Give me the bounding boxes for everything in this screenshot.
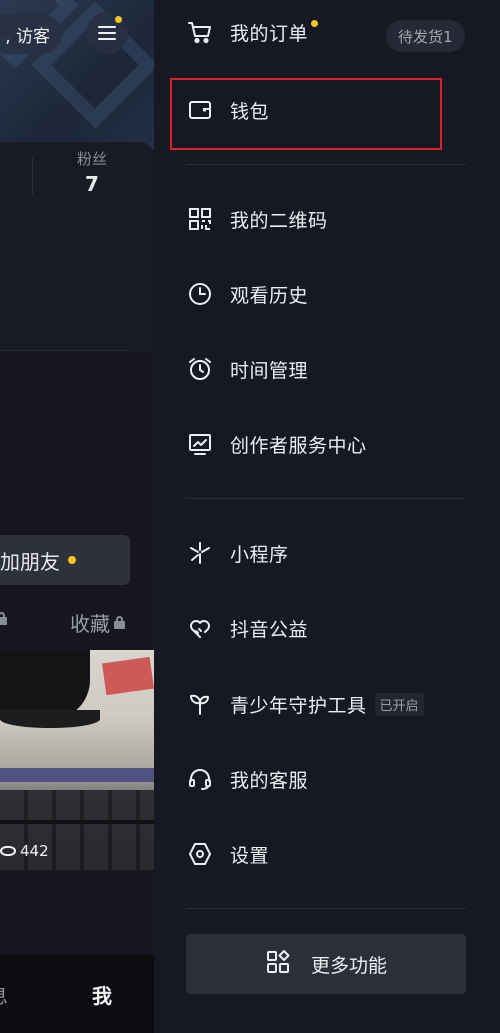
profile-page-background: , 访客 粉丝 7 加朋友 收藏 442 息 我 [0,0,154,1033]
sprout-icon [186,690,214,718]
menu-item-label: 小程序 [230,543,289,566]
hamburger-icon [98,26,116,40]
menu-item-creator-center[interactable]: 创作者服务中心 [186,424,476,464]
clock-icon [186,280,214,308]
eye-icon [0,846,16,856]
tab-collect-label: 收藏 [70,612,110,636]
visitor-button[interactable]: , 访客 [0,14,62,54]
notification-dot [68,556,76,564]
menu-item-label: 设置 [230,844,270,867]
menu-item-customer-service[interactable]: 我的客服 [186,759,476,799]
menu-item-wallet[interactable]: 钱包 [186,90,476,130]
wallet-icon [186,96,214,124]
fans-count[interactable]: 7 [60,172,124,196]
visitor-label: , 访客 [5,26,50,47]
menu-item-settings[interactable]: 设置 [186,834,476,874]
menu-item-label: 抖音公益 [230,618,309,641]
menu-item-qrcode[interactable]: 我的二维码 [186,199,476,239]
orders-pending-badge: 待发货1 [386,20,465,52]
chart-monitor-icon [186,430,214,458]
add-friend-button[interactable]: 加朋友 [0,535,130,585]
fans-label: 粉丝 [76,150,107,168]
divider [186,498,466,499]
menu-item-label: 创作者服务中心 [230,434,367,457]
view-count-value: 442 [20,842,49,860]
divider [186,908,466,909]
video-view-count: 442 [0,842,49,860]
tab-likes-partial[interactable] [0,612,7,629]
divider [186,164,466,165]
menu-item-teen-protection[interactable]: 青少年守护工具 已开启 [186,684,476,724]
headset-icon [186,765,214,793]
menu-item-label: 时间管理 [230,359,309,382]
nav-messages[interactable]: 息 [0,980,8,1009]
menu-item-label: 我的订单 [230,22,309,45]
menu-item-label: 观看历史 [230,284,309,307]
qrcode-icon [186,205,214,233]
nav-me[interactable]: 我 [92,980,112,1009]
stat-divider [32,158,33,194]
notification-dot [115,16,122,23]
notification-dot [311,19,319,27]
menu-item-mini-programs[interactable]: 小程序 [186,533,476,573]
menu-item-label: 钱包 [230,100,270,123]
bottom-nav-bar [0,955,154,1033]
menu-item-watch-history[interactable]: 观看历史 [186,274,476,314]
video-thumbnail[interactable] [0,650,154,870]
cart-icon [186,18,214,46]
heart-hand-icon [186,614,214,642]
hamburger-menu-button[interactable] [86,12,128,54]
divider [0,350,130,351]
menu-item-charity[interactable]: 抖音公益 [186,608,476,648]
side-drawer [154,0,500,1033]
more-features-button[interactable]: 更多功能 [186,934,466,994]
apps-grid-icon [265,949,291,979]
add-friend-label: 加朋友 [0,549,60,574]
tab-collect[interactable]: 收藏 [70,608,125,637]
more-features-label: 更多功能 [310,954,387,977]
lock-icon [0,612,7,625]
mini-program-icon [186,539,214,567]
menu-item-time-management[interactable]: 时间管理 [186,349,476,389]
lock-icon [114,616,125,629]
settings-hexagon-icon [186,840,214,868]
menu-item-label: 青少年守护工具 [230,694,367,717]
alarm-icon [186,355,214,383]
menu-item-label: 我的客服 [230,769,309,792]
menu-item-label: 我的二维码 [230,209,328,232]
status-badge: 已开启 [374,692,424,716]
